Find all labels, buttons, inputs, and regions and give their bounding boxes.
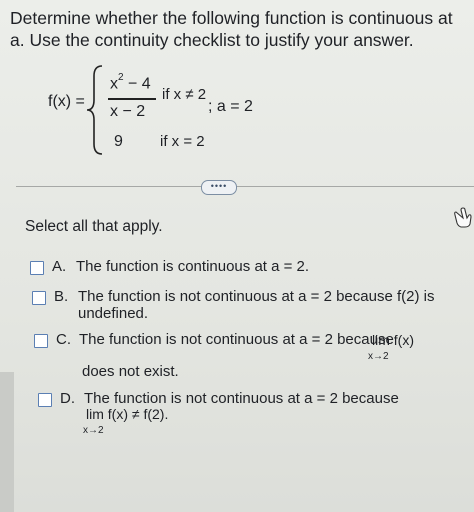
option-d-limit: lim f(x) ≠ f(2). [86, 406, 169, 422]
checkbox-a[interactable] [30, 261, 44, 275]
expand-more-button[interactable]: •••• [201, 180, 237, 195]
option-b-letter: B. [54, 288, 69, 305]
checkbox-c[interactable] [34, 334, 48, 348]
option-d-letter: D. [60, 390, 75, 407]
numerator: x2 − 4 [110, 72, 151, 93]
option-a-text: The function is continuous at a = 2. [76, 258, 310, 275]
hand-cursor-icon [454, 207, 472, 228]
condition-second: if x = 2 [160, 133, 205, 150]
condition-first: if x ≠ 2 [162, 86, 207, 103]
scrollbar-track[interactable] [0, 372, 14, 512]
left-brace-icon [86, 65, 103, 155]
checkbox-d[interactable] [38, 393, 52, 407]
denominator: x − 2 [110, 103, 146, 120]
option-c-limit: lim f(x) [372, 332, 414, 348]
question-text: Determine whether the following function… [10, 8, 453, 50]
option-a-letter: A. [52, 258, 67, 275]
checkbox-b[interactable] [32, 291, 46, 305]
option-d-limit-sub: x→2 [83, 425, 104, 436]
a-value: ; a = 2 [208, 98, 253, 115]
page-background [0, 0, 474, 512]
option-c-letter: C. [56, 331, 71, 348]
fraction-bar [108, 98, 156, 100]
option-c-text-line1: The function is not continuous at a = 2 … [79, 331, 394, 348]
option-b-text-line2: undefined. [78, 305, 149, 322]
instruction-text: Select all that apply. [25, 218, 163, 235]
option-c-text-line2: does not exist. [82, 363, 179, 380]
value-at-two: 9 [114, 133, 123, 150]
section-divider [16, 186, 474, 187]
option-b-text-line1: The function is not continuous at a = 2 … [78, 288, 435, 305]
function-lhs: f(x) = [48, 93, 85, 110]
option-c-limit-sub: x→2 [368, 351, 389, 362]
